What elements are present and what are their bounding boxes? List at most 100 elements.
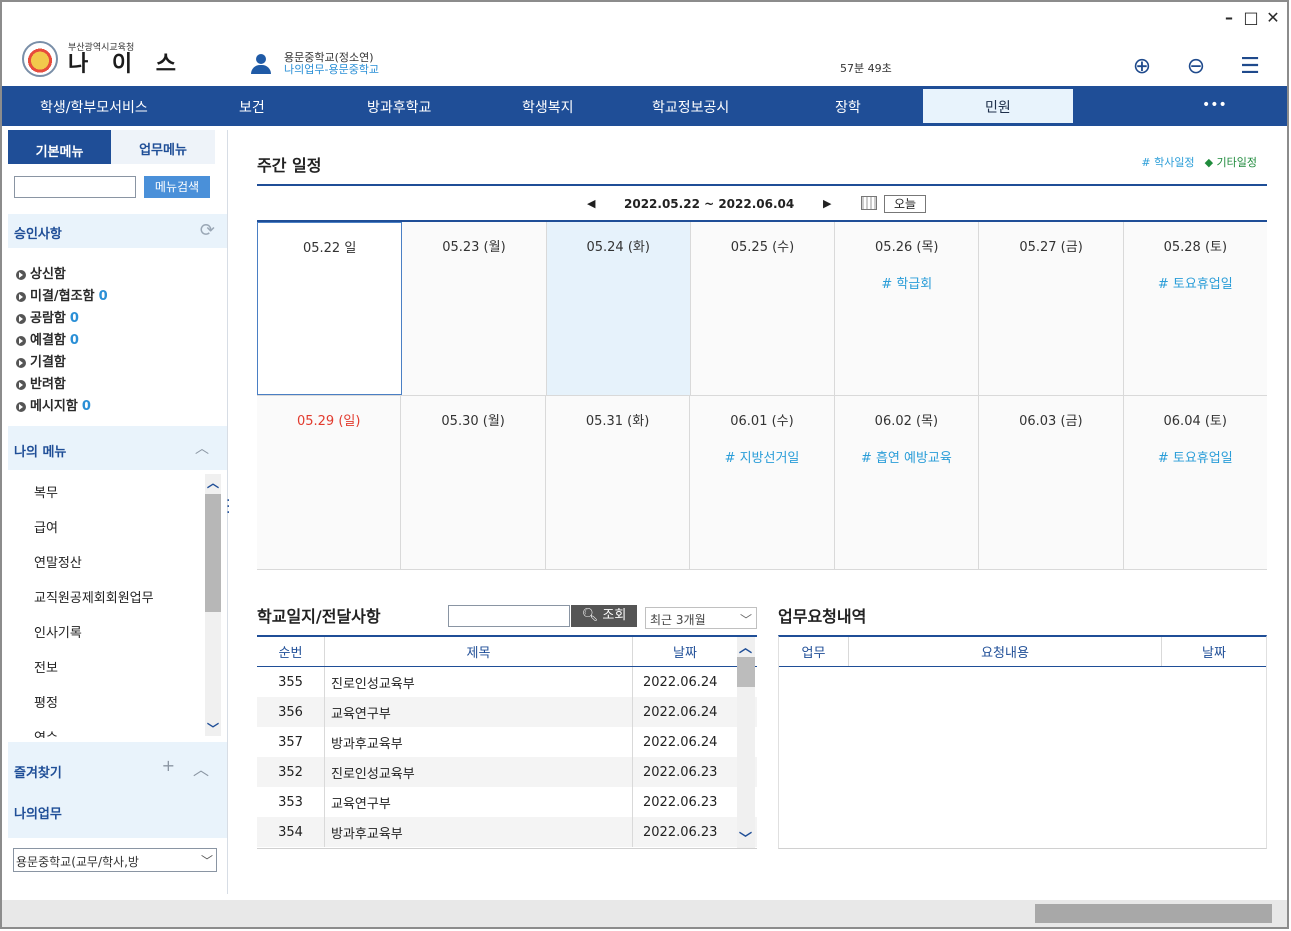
table-row[interactable]: 353 교육연구부 2022.06.23: [257, 787, 757, 817]
scroll-thumb[interactable]: [737, 657, 755, 687]
calendar-day[interactable]: 06.01 (수) # 지방선거일: [690, 396, 835, 569]
calendar-event[interactable]: # 학급회: [835, 273, 978, 292]
chevron-up-icon[interactable]: ︿: [193, 756, 209, 780]
prev-week-icon[interactable]: ◀: [587, 197, 595, 210]
calendar-day[interactable]: 05.25 (수): [690, 222, 836, 395]
nav-student-parent[interactable]: 학생/학부모서비스: [40, 97, 148, 117]
approval-item-messages[interactable]: 메시지함 0: [16, 396, 108, 418]
board-table-header: 순번 제목 날짜: [257, 637, 757, 667]
next-week-icon[interactable]: ▶: [823, 197, 831, 210]
calendar-day[interactable]: 05.29 (일): [257, 396, 402, 569]
scroll-thumb[interactable]: [205, 494, 221, 612]
sidebar-splitter-handle[interactable]: · · ·: [226, 494, 230, 520]
emblem-icon: [22, 40, 58, 77]
schedule-legend: # 학사일정 ◆ 기타일정: [1141, 154, 1257, 170]
school-select[interactable]: 용문중학교(교무/학사,방 ﹀: [13, 848, 217, 872]
approval-item-rejected[interactable]: 반려함: [16, 374, 108, 396]
my-menu-item[interactable]: 평정: [8, 680, 227, 715]
approval-item-completed[interactable]: 기결함: [16, 352, 108, 374]
my-menu-item[interactable]: 인사기록: [8, 610, 227, 645]
my-menu-list: 복무 급여 연말정산 교직원공제회회원업무 인사기록 전보 평정 연수 ︿ ﹀: [8, 470, 227, 738]
nav-welfare[interactable]: 학생복지: [522, 97, 574, 117]
column-header[interactable]: 업무: [779, 637, 849, 666]
my-menu-scrollbar[interactable]: ︿ ﹀: [205, 474, 221, 736]
hamburger-menu-icon[interactable]: ☰: [1237, 54, 1263, 79]
calendar-event[interactable]: # 토요휴업일: [1124, 273, 1267, 292]
calendar-day[interactable]: 05.23 (월): [402, 222, 547, 395]
board-title: 학교일지/전달사항: [257, 607, 381, 626]
nav-civil-complaint[interactable]: 민원: [923, 89, 1073, 123]
column-header[interactable]: 순번: [257, 637, 325, 666]
refresh-icon[interactable]: ⟳: [200, 220, 215, 241]
my-menu-item[interactable]: 연말정산: [8, 540, 227, 575]
nav-scholarship[interactable]: 장학: [835, 97, 861, 117]
calendar-day-today[interactable]: 05.24 (화): [546, 222, 691, 395]
close-button[interactable]: ✕: [1265, 8, 1281, 27]
board-search-button[interactable]: 🔍︎ 조회: [571, 605, 637, 627]
calendar-event[interactable]: # 흡연 예방교육: [835, 447, 978, 466]
nav-afterschool[interactable]: 방과후학교: [367, 97, 431, 117]
chevron-up-icon[interactable]: ︿: [195, 438, 209, 458]
tab-work-menu[interactable]: 업무메뉴: [111, 130, 215, 164]
table-row[interactable]: 355 진로인성교육부 2022.06.24: [257, 667, 757, 697]
chevron-down-icon: ﹀: [739, 613, 752, 627]
table-row[interactable]: 357 방과후교육부 2022.06.24: [257, 727, 757, 757]
horizontal-scroll-thumb[interactable]: [1035, 904, 1272, 923]
calendar-icon[interactable]: [861, 196, 877, 210]
nav-disclosure[interactable]: 학교정보공시: [652, 97, 729, 117]
my-menu-item[interactable]: 교직원공제회회원업무: [8, 575, 227, 610]
column-header[interactable]: 요청내용: [849, 637, 1162, 666]
column-header[interactable]: 날짜: [633, 637, 737, 666]
approval-item-scheduled[interactable]: 예결함 0: [16, 330, 108, 352]
calendar-event[interactable]: # 토요휴업일: [1124, 447, 1267, 466]
calendar-day[interactable]: 05.28 (토) # 토요휴업일: [1123, 222, 1267, 395]
legend-other-schedule: ◆ 기타일정: [1204, 156, 1257, 169]
calendar-day[interactable]: 06.03 (금): [979, 396, 1124, 569]
calendar-event[interactable]: # 지방선거일: [690, 447, 833, 466]
zoom-in-icon[interactable]: ⊕: [1129, 54, 1155, 79]
scroll-down-icon[interactable]: ﹀: [205, 720, 221, 736]
my-menu-item[interactable]: 급여: [8, 505, 227, 540]
minimize-button[interactable]: –: [1221, 8, 1237, 27]
calendar-day[interactable]: 05.22 일: [257, 222, 403, 395]
zoom-out-icon[interactable]: ⊖: [1183, 54, 1209, 79]
scroll-up-icon[interactable]: ︿: [739, 637, 752, 656]
approval-item-submitted[interactable]: 상신함: [16, 264, 108, 286]
table-row[interactable]: 352 진로인성교육부 2022.06.23: [257, 757, 757, 787]
menu-search-button[interactable]: 메뉴검색: [144, 176, 210, 198]
calendar-day[interactable]: 05.26 (목) # 학급회: [835, 222, 980, 395]
tab-basic-menu[interactable]: 기본메뉴: [8, 130, 111, 164]
calendar-day[interactable]: 06.02 (목) # 흡연 예방교육: [834, 396, 980, 569]
add-favorite-icon[interactable]: +: [162, 756, 175, 780]
approval-item-shared[interactable]: 공람함 0: [16, 308, 108, 330]
board-range-select[interactable]: 최근 3개월 ﹀: [645, 607, 757, 629]
approval-item-pending[interactable]: 미결/협조함 0: [16, 286, 108, 308]
board-scrollbar[interactable]: ︿ ﹀: [737, 637, 755, 848]
table-row[interactable]: 356 교육연구부 2022.06.24: [257, 697, 757, 727]
calendar-day[interactable]: 06.04 (토) # 토요휴업일: [1123, 396, 1267, 569]
board-search-input[interactable]: [448, 605, 570, 627]
bullet-icon: [16, 380, 26, 390]
column-header[interactable]: 날짜: [1162, 637, 1266, 666]
legend-school-schedule: # 학사일정: [1141, 156, 1195, 169]
today-button[interactable]: 오늘: [884, 195, 926, 213]
my-menu-item[interactable]: 전보: [8, 645, 227, 680]
column-header[interactable]: 제목: [325, 637, 633, 666]
search-icon: 🔍︎: [581, 608, 599, 623]
menu-search-input[interactable]: [14, 176, 136, 198]
scroll-down-icon[interactable]: ﹀: [739, 828, 752, 847]
scroll-up-icon[interactable]: ︿: [205, 474, 221, 490]
table-row[interactable]: 354 방과후교육부 2022.06.23: [257, 817, 757, 847]
calendar-day[interactable]: 05.27 (금): [979, 222, 1124, 395]
user-icon: [250, 53, 272, 75]
user-dept[interactable]: 나의업무-용문중학교: [284, 64, 379, 76]
nav-health[interactable]: 보건: [239, 97, 265, 117]
calendar-day[interactable]: 05.31 (화): [545, 396, 691, 569]
calendar-day[interactable]: 05.30 (월): [401, 396, 546, 569]
logo[interactable]: 부산광역시교육청 나 이 스: [22, 40, 184, 77]
nav-more[interactable]: •••: [1202, 97, 1227, 113]
my-menu-item[interactable]: 복무: [8, 470, 227, 505]
my-work-title[interactable]: 나의업무: [14, 803, 62, 822]
maximize-button[interactable]: □: [1243, 8, 1259, 27]
my-menu-item[interactable]: 연수: [8, 715, 227, 738]
